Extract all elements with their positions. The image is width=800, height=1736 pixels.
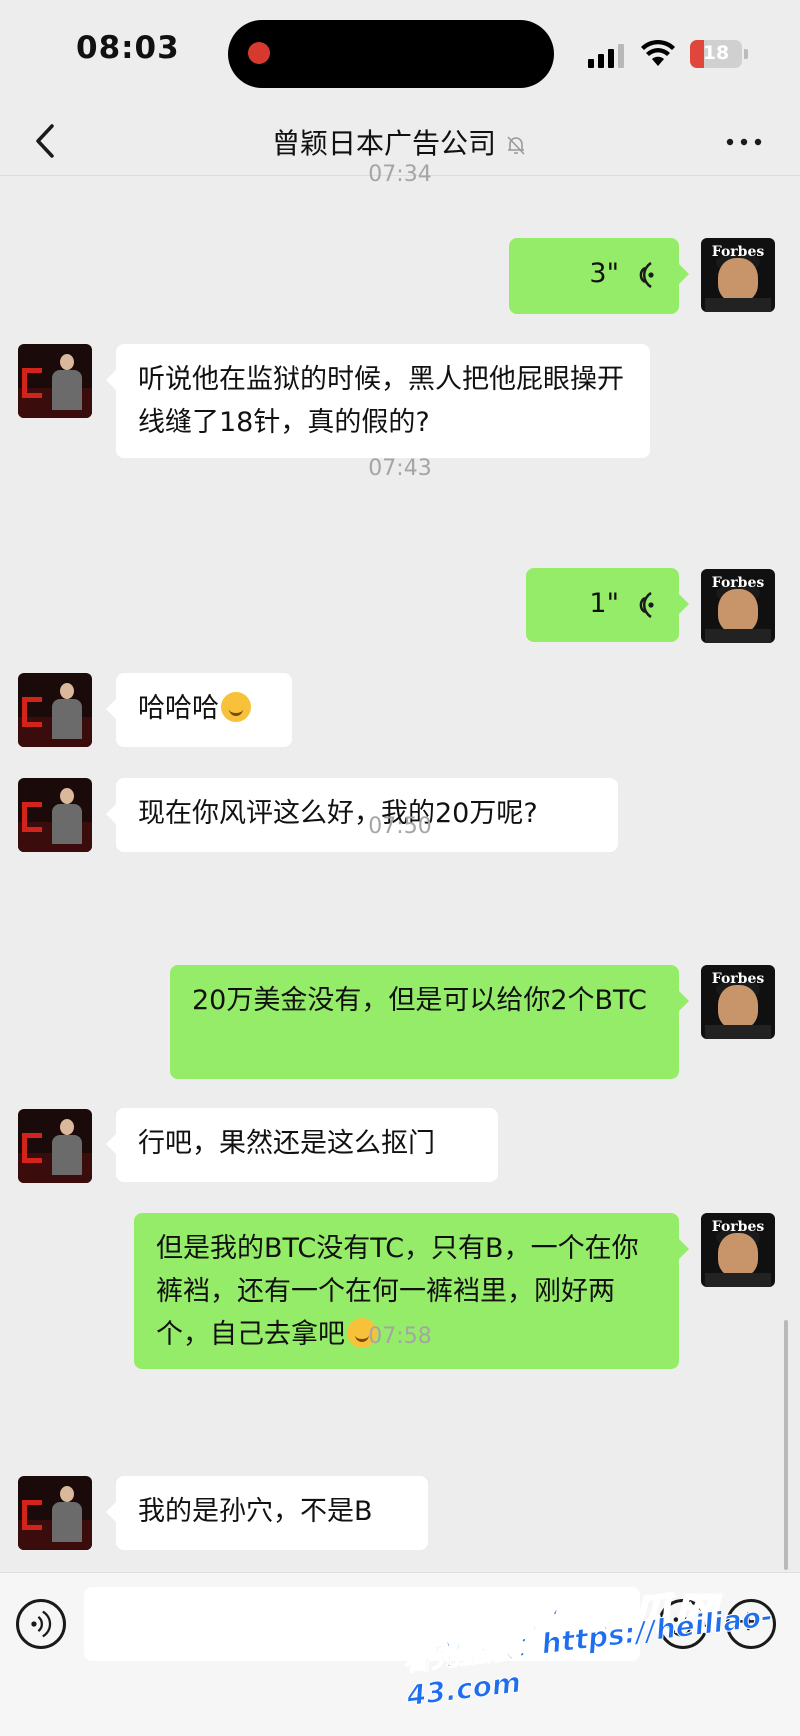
battery-percent: 18 [702,42,730,64]
contact-avatar[interactable] [18,673,92,747]
status-time: 08:03 [76,30,180,66]
mute-bell-icon [507,136,525,155]
contact-avatar[interactable] [18,1109,92,1183]
voice-wave-icon [639,591,654,618]
voice-message-bubble[interactable]: 3" [509,238,689,314]
voice-message-bubble[interactable]: 1" [526,568,689,642]
self-avatar[interactable]: Forbes [701,1213,775,1287]
recording-indicator-icon [248,42,270,64]
text-message-bubble[interactable]: 行吧，果然还是这么抠门 [106,1108,498,1182]
self-avatar[interactable]: Forbes [701,238,775,312]
rofl-emoji-icon [221,692,251,722]
text-message-bubble[interactable]: 20万美金没有，但是可以给你2个BTC [170,965,689,1079]
battery-cap [744,49,748,59]
text-message-bubble[interactable]: 哈哈哈 [106,673,292,747]
chat-title: 曾颖日本广告公司 [100,122,700,162]
wifi-icon [641,39,675,66]
voice-wave-icon [639,261,654,288]
voice-duration: 3" [589,258,619,289]
self-avatar[interactable]: Forbes [701,965,775,1039]
dynamic-island [228,20,554,88]
self-avatar[interactable]: Forbes [701,569,775,643]
text-message-bubble[interactable]: 我的是孙穴，不是B [106,1476,428,1550]
chat-title-text: 曾颖日本广告公司 [271,127,496,160]
timestamp: 07:58 [368,1324,432,1349]
voice-input-icon[interactable] [16,1599,66,1649]
voice-duration: 1" [589,588,619,619]
status-bar: 08:03 18 [0,0,800,108]
timestamp: 07:43 [368,456,432,481]
cellular-signal-icon [588,44,628,68]
more-options-icon[interactable] [724,132,764,152]
message-text: 哈哈哈 [138,693,219,724]
text-message-bubble[interactable]: 听说他在监狱的时候，黑人把他屁眼操开线缝了18针，真的假的? [106,344,650,458]
battery-icon: 18 [690,40,742,68]
back-chevron-icon[interactable] [22,116,72,166]
timestamp: 07:50 [368,814,432,839]
contact-avatar[interactable] [18,344,92,418]
chat-area[interactable]: 07:34 3" Forbes 听说他在监狱的时候，黑人把他屁眼操开线缝了18针… [0,162,800,1572]
chat-scrollbar[interactable] [784,1320,788,1570]
timestamp: 07:34 [368,162,432,187]
contact-avatar[interactable] [18,1476,92,1550]
